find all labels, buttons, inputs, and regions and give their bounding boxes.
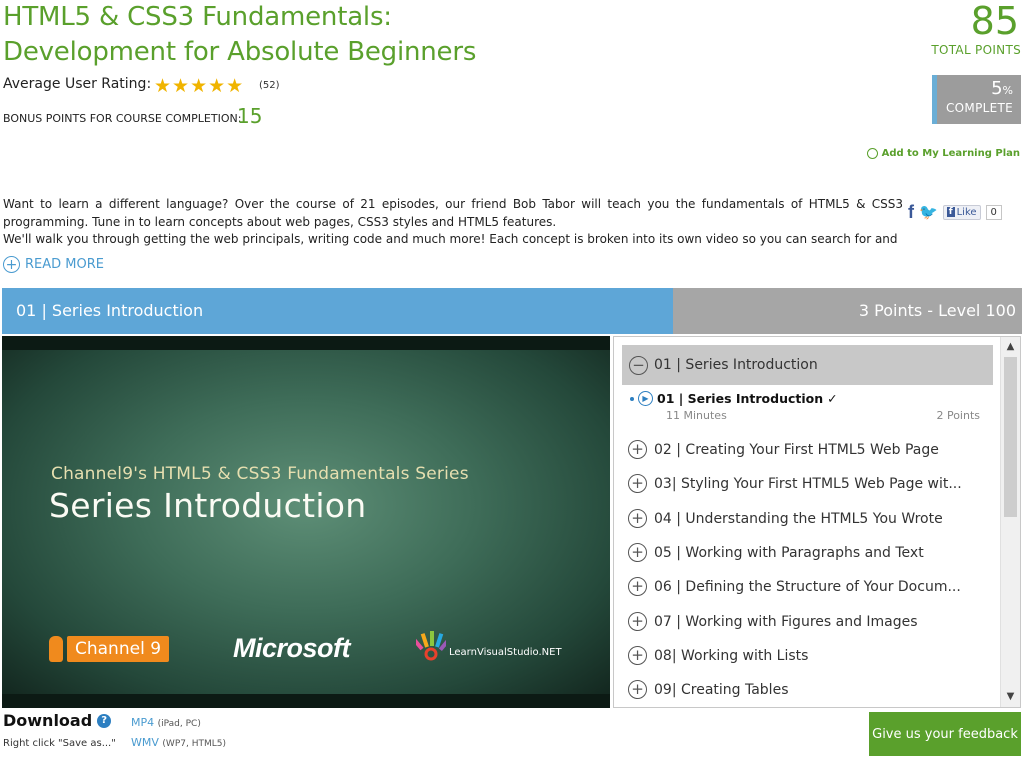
- playlist-item-label: 02 | Creating Your First HTML5 Web Page: [654, 441, 939, 458]
- scrollbar-thumb[interactable]: [1004, 357, 1017, 517]
- playlist-item[interactable]: +04 | Understanding the HTML5 You Wrote: [628, 509, 988, 528]
- total-points-value: 85: [970, 0, 1019, 43]
- play-icon[interactable]: ▶: [638, 391, 653, 406]
- rating-label: Average User Rating:: [3, 76, 152, 92]
- expand-circle-icon[interactable]: +: [628, 543, 647, 562]
- current-episode-points: 2 Points: [936, 409, 980, 422]
- course-title: HTML5 & CSS3 Fundamentals: Development f…: [3, 0, 476, 70]
- learnvisualstudio-logo: LearnVisualStudio.NET: [416, 629, 562, 661]
- video-player[interactable]: Channel9's HTML5 & CSS3 Fundamentals Ser…: [2, 336, 610, 708]
- total-points-label: TOTAL POINTS: [931, 43, 1021, 57]
- expand-circle-icon[interactable]: +: [628, 612, 647, 631]
- channel9-logo-label: Channel 9: [67, 636, 170, 662]
- feedback-button[interactable]: Give us your feedback: [869, 712, 1021, 756]
- playlist-section-title: 01 | Series Introduction: [654, 357, 818, 373]
- playlist-item-label: 07 | Working with Figures and Images: [654, 613, 918, 630]
- plus-circle-icon: +: [3, 256, 20, 273]
- playlist-item-label: 06 | Defining the Structure of Your Docu…: [654, 578, 961, 595]
- completion-percent-sign: %: [1002, 84, 1013, 97]
- download-hint: Right click "Save as...": [3, 738, 116, 749]
- playlist-item[interactable]: +08| Working with Lists: [628, 646, 988, 665]
- current-dot-icon: [630, 396, 634, 401]
- course-description: Want to learn a different language? Over…: [3, 196, 903, 249]
- expand-circle-icon[interactable]: +: [628, 577, 647, 596]
- playlist-current-episode[interactable]: ▶ 01 | Series Introduction ✓ 11 Minutes …: [630, 391, 980, 422]
- expand-circle-icon[interactable]: +: [628, 509, 647, 528]
- facebook-icon[interactable]: f: [908, 203, 914, 221]
- download-title: Download: [3, 711, 93, 730]
- playlist-item-label: 09| Creating Tables: [654, 681, 789, 698]
- checkmark-icon: ✓: [827, 391, 838, 406]
- playlist-item[interactable]: +07 | Working with Figures and Images: [628, 612, 988, 631]
- mp4-label: MP4: [131, 716, 155, 729]
- playlist-item-label: 04 | Understanding the HTML5 You Wrote: [654, 510, 943, 527]
- read-more-label: READ MORE: [25, 257, 104, 272]
- completion-badge: 5% COMPLETE: [932, 75, 1021, 124]
- course-title-line2: Development for Absolute Beginners: [3, 37, 477, 67]
- expand-circle-icon[interactable]: +: [628, 646, 647, 665]
- playlist-item[interactable]: +06 | Defining the Structure of Your Doc…: [628, 577, 988, 596]
- facebook-like-f-icon: f: [946, 207, 955, 217]
- rating-count: (52): [259, 80, 280, 91]
- expand-circle-icon[interactable]: +: [628, 680, 647, 699]
- help-icon[interactable]: ?: [97, 713, 112, 728]
- like-count: 0: [985, 204, 1002, 220]
- video-series-text: Channel9's HTML5 & CSS3 Fundamentals Ser…: [51, 464, 469, 484]
- course-title-line1: HTML5 & CSS3 Fundamentals:: [3, 2, 392, 32]
- current-episode-title: 01 | Series Introduction: [657, 391, 824, 406]
- expand-circle-icon[interactable]: +: [628, 440, 647, 459]
- rating-stars[interactable]: ★★★★★: [154, 76, 244, 96]
- add-to-learning-plan-label: Add to My Learning Plan: [881, 148, 1020, 159]
- wmv-label: WMV: [131, 736, 159, 749]
- playlist-item[interactable]: +05 | Working with Paragraphs and Text: [628, 543, 988, 562]
- playlist-section-header[interactable]: − 01 | Series Introduction: [622, 345, 993, 385]
- lvs-logo-label: LearnVisualStudio.NET: [449, 647, 562, 658]
- scroll-up-icon[interactable]: ▲: [1001, 339, 1020, 355]
- collapse-circle-icon[interactable]: −: [629, 355, 648, 375]
- completion-label: COMPLETE: [946, 101, 1013, 115]
- description-paragraph-2: We'll walk you through getting the web p…: [3, 232, 898, 246]
- episode-playlist[interactable]: − 01 | Series Introduction ▶ 01 | Series…: [613, 336, 1021, 708]
- lvs-fan-icon: [416, 631, 446, 661]
- completion-percent: 5: [991, 78, 1003, 99]
- channel9-bottle-icon: [49, 636, 63, 662]
- playlist-item[interactable]: +09| Creating Tables: [628, 680, 988, 699]
- bonus-points-label: BONUS POINTS FOR COURSE COMPLETION:: [3, 112, 242, 125]
- download-heading: Download ?: [3, 711, 112, 730]
- wmv-note: (WP7, HTML5): [162, 739, 226, 749]
- playlist-item-label: 08| Working with Lists: [654, 647, 809, 664]
- playlist-item[interactable]: +03| Styling Your First HTML5 Web Page w…: [628, 474, 988, 493]
- playlist-item-label: 05 | Working with Paragraphs and Text: [654, 544, 924, 561]
- episode-title-bar: 01 | Series Introduction: [2, 288, 673, 334]
- playlist-item[interactable]: +02 | Creating Your First HTML5 Web Page: [628, 440, 988, 459]
- video-title-text: Series Introduction: [49, 486, 367, 525]
- circle-icon: [866, 148, 878, 159]
- expand-circle-icon[interactable]: +: [628, 474, 647, 493]
- scroll-down-icon[interactable]: ▼: [1001, 689, 1020, 705]
- current-episode-duration: 11 Minutes: [666, 409, 727, 422]
- mp4-note: (iPad, PC): [157, 719, 201, 729]
- like-label: Like: [956, 206, 977, 218]
- microsoft-logo: Microsoft: [233, 633, 351, 663]
- description-paragraph-1: Want to learn a different language? Over…: [3, 197, 903, 229]
- read-more-link[interactable]: + READ MORE: [3, 256, 104, 273]
- episode-points-level: 3 Points - Level 100: [673, 288, 1022, 334]
- download-wmv-link[interactable]: WMV (WP7, HTML5): [131, 736, 226, 749]
- playlist-item-label: 03| Styling Your First HTML5 Web Page wi…: [654, 475, 962, 492]
- channel9-logo: Channel 9: [49, 636, 170, 662]
- bonus-points-value: 15: [237, 104, 263, 128]
- facebook-like-button[interactable]: f Like: [942, 204, 981, 220]
- twitter-icon[interactable]: 🐦: [919, 203, 938, 221]
- add-to-learning-plan-link[interactable]: Add to My Learning Plan: [866, 148, 1020, 159]
- download-mp4-link[interactable]: MP4 (iPad, PC): [131, 716, 201, 729]
- social-share-bar: f 🐦 f Like 0: [908, 203, 1002, 221]
- playlist-scrollbar[interactable]: ▲ ▼: [1000, 337, 1020, 707]
